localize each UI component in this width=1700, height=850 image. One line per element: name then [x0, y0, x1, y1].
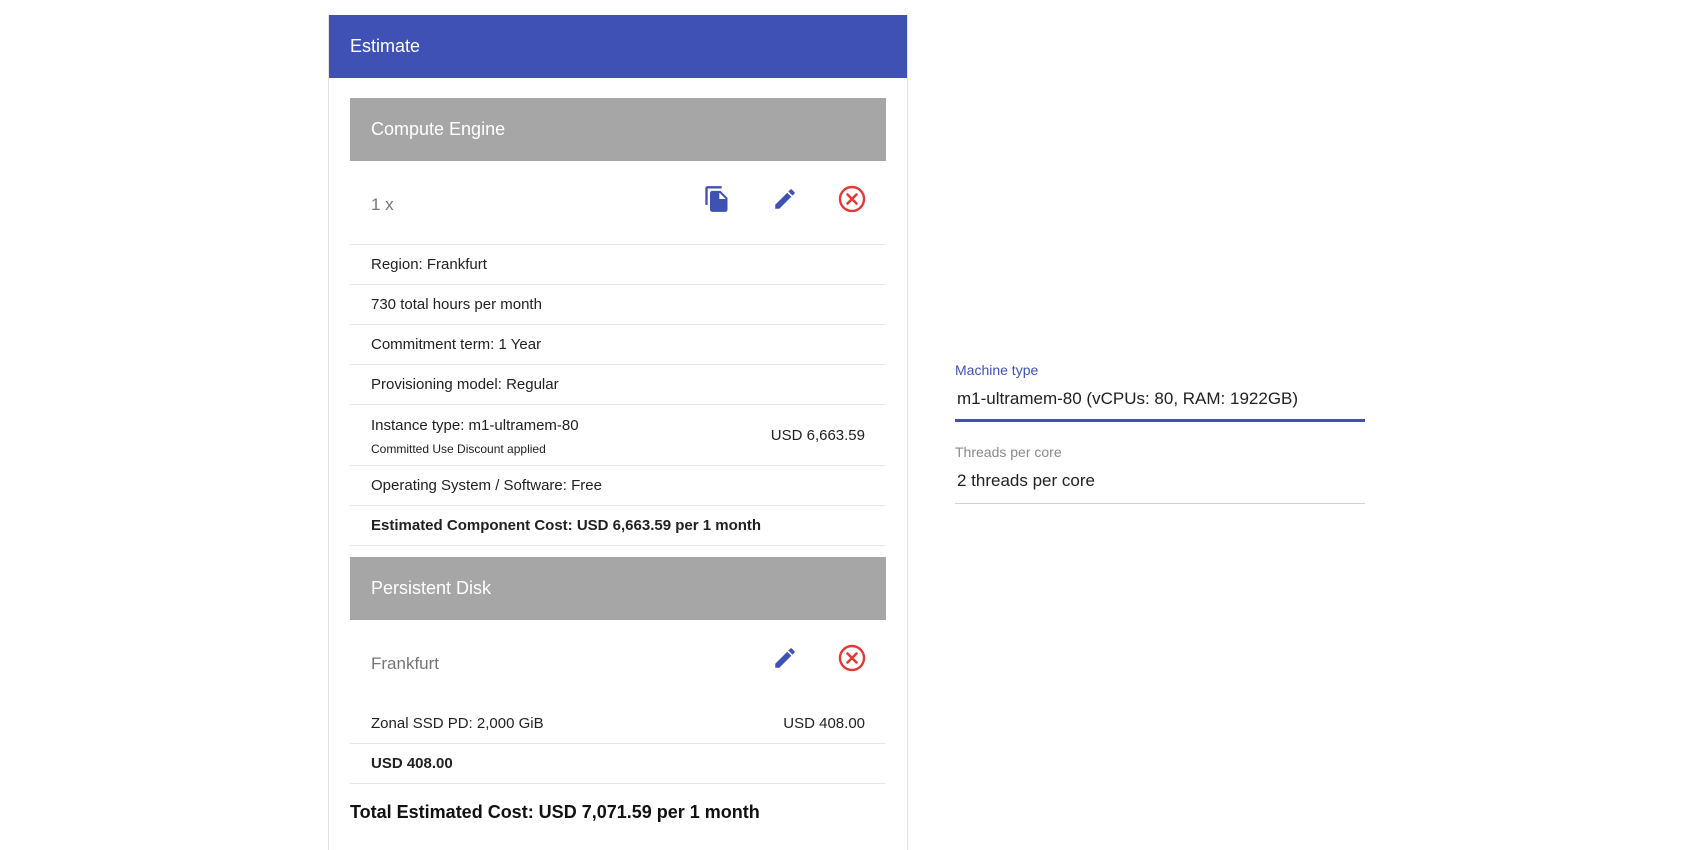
ssd-row: Zonal SSD PD: 2,000 GiB USD 408.00	[350, 704, 886, 744]
discount-note: Committed Use Discount applied	[371, 442, 546, 456]
copy-icon[interactable]	[701, 183, 733, 215]
provisioning-row: Provisioning model: Regular	[350, 365, 886, 405]
estimate-card: Estimate Compute Engine 1 x Region: Fran…	[328, 15, 908, 850]
instance-type-row: Instance type: m1-ultramem-80 Committed …	[350, 405, 886, 466]
machine-type-select[interactable]: m1-ultramem-80 (vCPUs: 80, RAM: 1922GB)	[955, 380, 1365, 422]
delete-icon[interactable]	[836, 183, 868, 215]
instance-price: USD 6,663.59	[770, 427, 865, 444]
machine-type-field: Machine type m1-ultramem-80 (vCPUs: 80, …	[955, 360, 1365, 422]
edit-icon[interactable]	[769, 183, 801, 215]
total-estimated-cost: Total Estimated Cost: USD 7,071.59 per 1…	[350, 802, 760, 822]
compute-item-head: 1 x	[350, 161, 886, 245]
compute-quantity: 1 x	[371, 195, 394, 214]
estimate-body: Compute Engine 1 x Region: Frankfurt 730…	[329, 78, 907, 823]
persistent-disk-header: Persistent Disk	[350, 557, 886, 620]
os-row: Operating System / Software: Free	[350, 466, 886, 506]
edit-icon[interactable]	[769, 642, 801, 674]
threads-label: Threads per core	[955, 444, 1062, 460]
hours-row: 730 total hours per month	[350, 285, 886, 325]
threads-select[interactable]: 2 threads per core	[955, 462, 1365, 504]
ssd-label: Zonal SSD PD: 2,000 GiB	[371, 715, 544, 732]
machine-config-form: Machine type m1-ultramem-80 (vCPUs: 80, …	[955, 360, 1365, 504]
compute-engine-header: Compute Engine	[350, 98, 886, 161]
machine-type-label: Machine type	[955, 362, 1039, 378]
delete-icon[interactable]	[836, 642, 868, 674]
estimate-title: Estimate	[329, 15, 907, 78]
instance-type-label: Instance type: m1-ultramem-80	[371, 417, 579, 434]
ssd-price: USD 408.00	[783, 715, 865, 732]
disk-subtotal-row: USD 408.00	[350, 744, 886, 784]
disk-item-head: Frankfurt	[350, 620, 886, 704]
region-row: Region: Frankfurt	[350, 245, 886, 285]
threads-field: Threads per core 2 threads per core	[955, 442, 1365, 504]
component-cost-row: Estimated Component Cost: USD 6,663.59 p…	[350, 506, 886, 546]
disk-location: Frankfurt	[371, 654, 440, 673]
commitment-row: Commitment term: 1 Year	[350, 325, 886, 365]
